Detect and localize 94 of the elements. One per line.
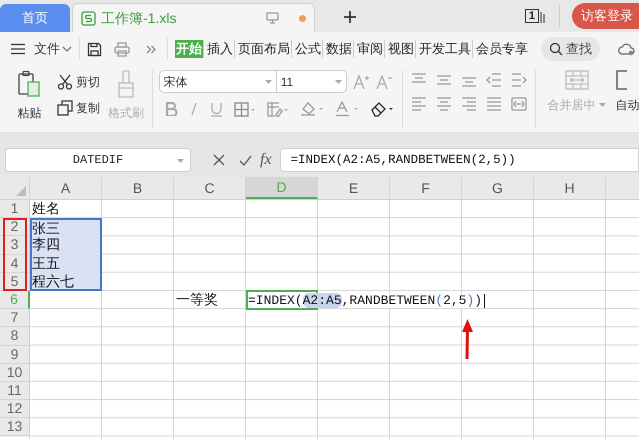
underline-icon[interactable] — [210, 102, 223, 116]
font-color-icon[interactable] — [334, 101, 359, 117]
search-button[interactable]: 查找 — [541, 37, 600, 61]
selected-cell[interactable]: 李四 — [30, 236, 102, 255]
font-name-dropdown[interactable]: 宋体 — [158, 70, 277, 93]
save-icon[interactable] — [87, 42, 102, 56]
plus-icon[interactable] — [343, 10, 357, 24]
formula-text: =INDEX(A2:A5,RANDBETWEEN(2,5)) — [290, 152, 516, 169]
align-right-icon[interactable] — [460, 97, 477, 111]
copy-button[interactable]: 复制 — [56, 99, 100, 117]
row-header[interactable]: 13 — [0, 418, 30, 436]
name-box-value: DATEDIF — [72, 152, 124, 169]
decrease-indent-icon[interactable] — [486, 73, 502, 87]
caret-icon — [598, 103, 606, 107]
menu-icon[interactable] — [10, 43, 26, 55]
ribbon-tab[interactable]: 数据 — [325, 40, 354, 58]
double-chevron-icon[interactable] — [146, 44, 156, 54]
wrap-text-icon[interactable] — [616, 70, 628, 90]
column-header[interactable]: H — [534, 177, 606, 199]
align-center-icon[interactable] — [436, 97, 452, 111]
selected-cell[interactable]: 王五 — [30, 254, 102, 273]
ribbon-tab[interactable]: 审阅 — [356, 40, 385, 58]
ribbon-tab[interactable]: 页面布局 — [237, 40, 292, 58]
chevron-down-icon[interactable] — [62, 46, 72, 52]
grow-font-icon[interactable] — [352, 74, 370, 90]
align-left-icon[interactable] — [410, 97, 427, 111]
selected-cell[interactable]: 张三 — [30, 218, 102, 236]
wrap-text-button[interactable]: 自动 — [616, 96, 639, 114]
format-painter-button: 格式刷 — [108, 104, 144, 122]
column-header[interactable]: G — [462, 177, 534, 199]
search-icon — [549, 42, 563, 56]
cell-text: 一等奖 — [176, 290, 218, 308]
caret-icon — [177, 159, 184, 163]
caret-icon — [334, 80, 342, 84]
row-header[interactable]: 10 — [0, 364, 30, 382]
row-header[interactable]: 7 — [0, 309, 30, 328]
login-button[interactable]: 访客登录 — [572, 3, 639, 29]
row-header[interactable]: 11 — [0, 382, 30, 400]
insert-function-button[interactable]: fx — [260, 148, 272, 172]
window-bars-icon — [540, 11, 545, 23]
print-icon[interactable] — [114, 42, 130, 56]
spreadsheet-file-icon — [81, 10, 96, 26]
home-tab[interactable]: 首页 — [0, 4, 70, 32]
eraser-icon[interactable] — [370, 101, 394, 117]
selected-cell[interactable]: 程六七 — [30, 272, 102, 291]
paste-button[interactable]: 粘贴 — [17, 104, 42, 122]
shrink-font-icon[interactable] — [376, 74, 393, 90]
cell-style-icon[interactable] — [266, 102, 289, 116]
row-header[interactable]: 8 — [0, 327, 30, 346]
row-header[interactable]: 1 — [0, 200, 30, 218]
copy-icon — [56, 100, 73, 116]
check-icon[interactable] — [239, 154, 252, 166]
borders-icon[interactable] — [234, 102, 256, 116]
cloud-icon[interactable] — [617, 42, 635, 56]
bold-icon[interactable] — [164, 102, 178, 116]
file-menu-button[interactable]: 文件 — [34, 39, 60, 59]
ribbon-tab[interactable]: 插入 — [206, 40, 235, 58]
cell-text: 姓名 — [32, 200, 60, 217]
fill-bucket-icon[interactable] — [300, 101, 324, 117]
ribbon-tab[interactable]: 会员专享 — [475, 40, 529, 58]
ribbon-tab[interactable]: 公式 — [294, 40, 323, 58]
caret-icon — [264, 80, 272, 84]
ribbon-tab[interactable]: 开发工具 — [418, 40, 473, 58]
merge-cells-icon — [564, 70, 589, 90]
formula-input[interactable]: =INDEX(A2:A5,RANDBETWEEN(2,5)) — [280, 148, 639, 172]
row-header[interactable]: 9 — [0, 346, 30, 364]
close-icon[interactable] — [213, 154, 225, 166]
font-name-value: 宋体 — [164, 74, 188, 90]
column-header[interactable]: A — [30, 177, 102, 199]
increase-indent-icon[interactable] — [510, 73, 527, 87]
distributed-icon[interactable] — [510, 97, 527, 111]
annotation-arrow — [460, 318, 474, 360]
monitor-icon — [266, 12, 279, 24]
ribbon-tab[interactable]: 视图 — [387, 40, 416, 58]
window-count-badge[interactable]: 1 — [524, 9, 539, 23]
corner-triangle-icon — [16, 186, 26, 196]
row-header[interactable]: 12 — [0, 400, 30, 418]
tab-title: 工作簿-1.xls — [101, 8, 176, 28]
align-middle-icon[interactable] — [436, 73, 452, 87]
cut-button[interactable]: 剪切 — [56, 73, 100, 91]
column-header[interactable]: E — [318, 177, 390, 199]
paste-clipboard-icon[interactable] — [17, 70, 42, 98]
scissors-icon — [56, 74, 73, 90]
merge-center-button: 合并居中 — [548, 96, 606, 114]
cell-formula-text: =INDEX(A2:A5,RANDBETWEEN(2,5)) — [248, 294, 486, 308]
paint-brush-icon — [116, 70, 135, 98]
column-header[interactable]: B — [102, 177, 174, 199]
name-box[interactable]: DATEDIF — [5, 148, 191, 172]
justify-icon[interactable] — [486, 97, 502, 111]
workbook-tab[interactable]: 工作簿-1.xls — [72, 3, 315, 32]
column-header[interactable]: F — [390, 177, 462, 199]
font-size-dropdown[interactable]: 11 — [276, 70, 347, 93]
italic-icon[interactable] — [188, 102, 199, 116]
font-size-value: 11 — [280, 74, 294, 90]
